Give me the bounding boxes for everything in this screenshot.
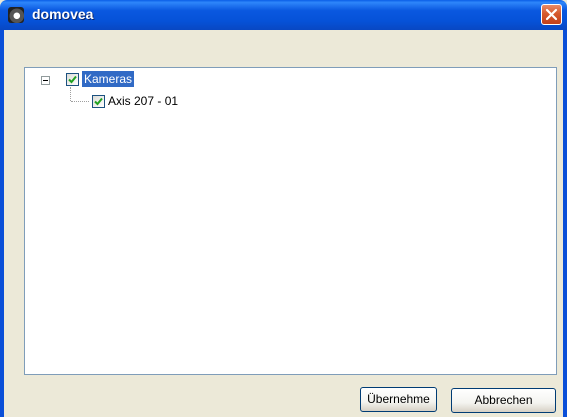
window-title: domovea [32,6,94,22]
tree-node-axis-camera[interactable]: Axis 207 - 01 [108,93,178,109]
axis-camera-checkbox[interactable] [92,95,105,108]
checkmark-icon [94,97,103,106]
tree-node-kameras[interactable]: Kameras [82,71,135,87]
domovea-app-icon [8,7,24,23]
window-frame-right [563,30,567,417]
tree-connector-line [70,87,71,101]
kameras-checkbox[interactable] [66,73,79,86]
collapse-expander-icon[interactable] [41,76,50,85]
close-button[interactable] [541,4,562,25]
dialog-window: domovea Kameras Axis 207 - 01 Übernehme … [0,0,567,417]
camera-tree-view[interactable]: Kameras Axis 207 - 01 [24,67,557,375]
title-bar[interactable]: domovea [0,0,567,30]
close-icon [545,8,558,21]
checkmark-icon [68,75,77,84]
window-frame-left [0,30,4,417]
tree-connector-line [71,101,89,102]
cancel-button[interactable]: Abbrechen [451,388,556,413]
apply-button[interactable]: Übernehme [360,387,437,412]
